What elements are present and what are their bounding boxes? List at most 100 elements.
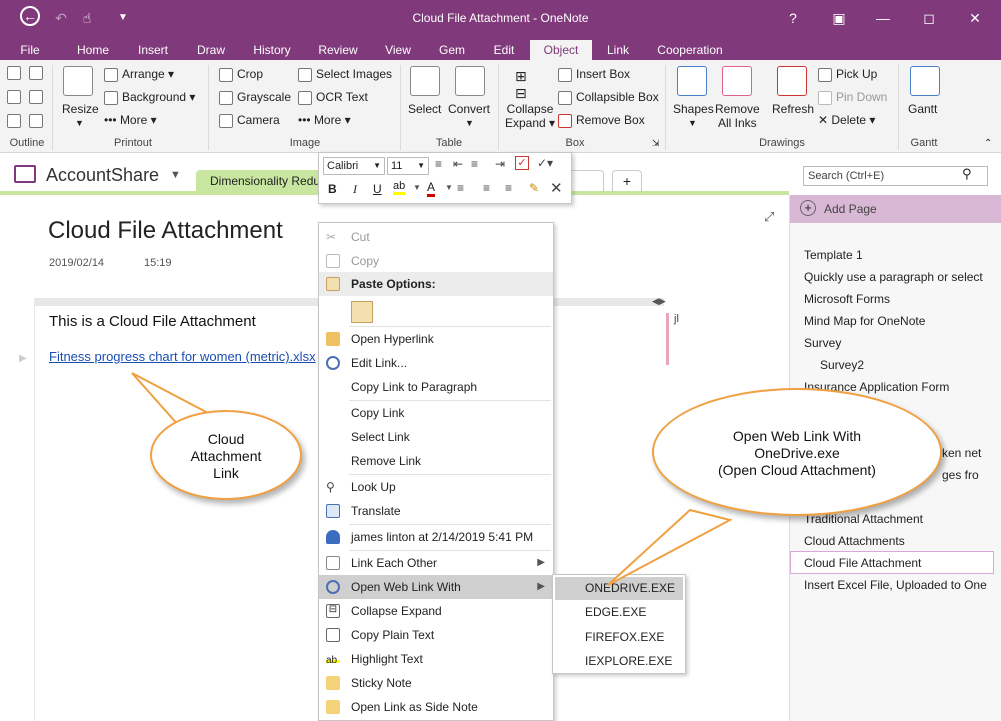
refresh-button[interactable]: Refresh	[772, 102, 814, 116]
page-item[interactable]: Quickly use a paragraph or select	[804, 270, 983, 284]
page-item[interactable]: Microsoft Forms	[804, 292, 890, 306]
bold-icon[interactable]: B	[328, 182, 337, 196]
page-item[interactable]: Survey	[804, 336, 841, 350]
align-icon[interactable]: ≡	[457, 181, 464, 195]
resize-button[interactable]: Resize	[62, 102, 99, 116]
help-button[interactable]: ?	[782, 7, 804, 29]
section-tab[interactable]: Dimensionality Redu	[196, 170, 324, 192]
page-item[interactable]: Template 1	[804, 248, 863, 262]
table-select-button[interactable]: Select	[408, 102, 441, 116]
paste-picture-icon[interactable]	[351, 301, 373, 323]
table-convert-button[interactable]: Convert	[448, 102, 490, 116]
chevron-down-icon[interactable]: ▼	[170, 169, 181, 181]
search-input[interactable]: Search (Ctrl+E)	[803, 166, 988, 186]
chevron-down-icon[interactable]: ▼	[413, 183, 421, 192]
maximize-button[interactable]: ◻	[918, 7, 940, 29]
font-select[interactable]: Calibri ▼	[323, 157, 385, 175]
remove-all-inks-button[interactable]: Remove All Inks	[715, 102, 760, 130]
menu-item-link-each-other[interactable]: Link Each Other ▶	[319, 551, 553, 575]
tab-cooperation[interactable]: Cooperation	[648, 40, 732, 60]
eraser-icon[interactable]	[722, 66, 752, 96]
menu-item-author[interactable]: james linton at 2/14/2019 5:41 PM	[319, 525, 553, 549]
menu-item-select-link[interactable]: Select Link	[319, 425, 553, 449]
tab-object[interactable]: Object	[530, 40, 592, 60]
collapse-ribbon-icon[interactable]: ⌃	[984, 138, 992, 149]
increase-indent-icon[interactable]: ⇥	[495, 157, 505, 171]
font-size-select[interactable]: 11 ▼	[387, 157, 429, 175]
search-icon[interactable]: ⚲	[962, 166, 972, 182]
outline-icon-4[interactable]	[7, 114, 21, 128]
page-item[interactable]: ges fro	[942, 468, 979, 482]
remove-box-button[interactable]: Remove Box	[558, 113, 645, 128]
select-images-button[interactable]: Select Images	[298, 67, 392, 82]
close-button[interactable]: ✕	[964, 7, 986, 29]
pin-down-button[interactable]: Pin Down	[818, 90, 887, 105]
menu-item-open-web-link-with[interactable]: Open Web Link With ▶	[319, 575, 553, 599]
collapse-expand-icon[interactable]: ⊞ ⊟	[515, 68, 527, 102]
tab-link[interactable]: Link	[598, 40, 638, 60]
pick-up-button[interactable]: Pick Up	[818, 67, 877, 82]
page-item[interactable]: Insert Excel File, Uploaded to One	[804, 578, 987, 592]
tab-draw[interactable]: Draw	[188, 40, 234, 60]
resize-icon[interactable]	[63, 66, 93, 96]
chevron-down-icon[interactable]: ▼	[688, 118, 697, 128]
notebook-name[interactable]: AccountShare	[46, 165, 159, 186]
resize-handle-icon[interactable]: ◀▶	[652, 296, 666, 307]
highlight-icon[interactable]: ab	[393, 180, 406, 195]
submenu-item-edge[interactable]: EDGE.EXE	[585, 605, 646, 619]
arrange-button[interactable]: Arrange ▾	[104, 67, 174, 82]
todo-tag-icon[interactable]: ✓	[515, 156, 529, 170]
tab-edit[interactable]: Edit	[484, 40, 524, 60]
add-page-button[interactable]: + Add Page	[790, 195, 1001, 223]
tab-gem[interactable]: Gem	[432, 40, 472, 60]
outline-icon[interactable]	[7, 66, 21, 80]
grayscale-button[interactable]: Grayscale	[219, 90, 291, 105]
menu-item-highlight-text[interactable]: ab Highlight Text	[319, 647, 553, 671]
outline-icon-5[interactable]	[29, 114, 43, 128]
menu-item-sticky-note[interactable]: Sticky Note	[319, 671, 553, 695]
submenu-item-firefox[interactable]: FIREFOX.EXE	[585, 630, 664, 644]
menu-item-edit-link[interactable]: Edit Link...	[319, 351, 553, 375]
menu-item-side-note[interactable]: Open Link as Side Note	[319, 695, 553, 719]
background-button[interactable]: Background ▾	[104, 90, 195, 105]
menu-item-translate[interactable]: Translate	[319, 499, 553, 523]
style-icon[interactable]: ≡	[505, 181, 512, 195]
outline-icon-3[interactable]	[29, 90, 43, 104]
collapsible-box-button[interactable]: Collapsible Box	[558, 90, 659, 105]
paragraph-handle-icon[interactable]: ▶	[19, 353, 27, 364]
add-section-button[interactable]: +	[612, 170, 642, 192]
font-color-icon[interactable]: A	[427, 180, 436, 197]
camera-button[interactable]: Camera	[219, 113, 280, 128]
clear-format-icon[interactable]: ✕	[550, 179, 563, 197]
underline-icon[interactable]: U	[373, 182, 382, 196]
chevron-down-icon[interactable]: ▼	[75, 118, 84, 128]
shapes-icon[interactable]	[677, 66, 707, 96]
tab-file[interactable]: File	[10, 40, 50, 60]
tab-review[interactable]: Review	[312, 40, 364, 60]
chevron-down-icon[interactable]: ▼	[465, 118, 474, 128]
table-convert-icon[interactable]	[455, 66, 485, 96]
minimize-button[interactable]: —	[872, 7, 894, 29]
menu-item-copy-link-paragraph[interactable]: Copy Link to Paragraph	[319, 375, 553, 399]
numbering-icon[interactable]: ≡	[471, 157, 478, 171]
page-item[interactable]: Cloud Attachments	[804, 534, 905, 548]
crop-button[interactable]: Crop	[219, 67, 263, 82]
image-more-button[interactable]: ••• More ▾	[298, 113, 351, 127]
shapes-button[interactable]: Shapes	[673, 102, 714, 116]
menu-item-copy[interactable]: Copy	[319, 249, 553, 273]
menu-item-cut[interactable]: ✂ Cut	[319, 225, 553, 249]
gantt-button[interactable]: Gantt	[908, 102, 937, 116]
printout-more-button[interactable]: ••• More ▾	[104, 113, 157, 127]
body-text[interactable]: This is a Cloud File Attachment	[49, 313, 256, 330]
page-item-selected-label[interactable]: Cloud File Attachment	[804, 556, 921, 570]
page-item[interactable]: ken net	[942, 446, 981, 460]
decrease-indent-icon[interactable]: ⇤	[453, 157, 463, 171]
menu-item-collapse-expand[interactable]: ⊟ Collapse Expand	[319, 599, 553, 623]
tab-home[interactable]: Home	[70, 40, 116, 60]
insert-box-button[interactable]: Insert Box	[558, 67, 630, 82]
page-title[interactable]: Cloud File Attachment	[48, 217, 283, 245]
menu-item-remove-link[interactable]: Remove Link	[319, 449, 553, 473]
italic-icon[interactable]: I	[353, 182, 357, 197]
bullets-icon[interactable]: ≡	[435, 157, 442, 171]
format-painter-icon[interactable]: ✎	[529, 181, 539, 195]
